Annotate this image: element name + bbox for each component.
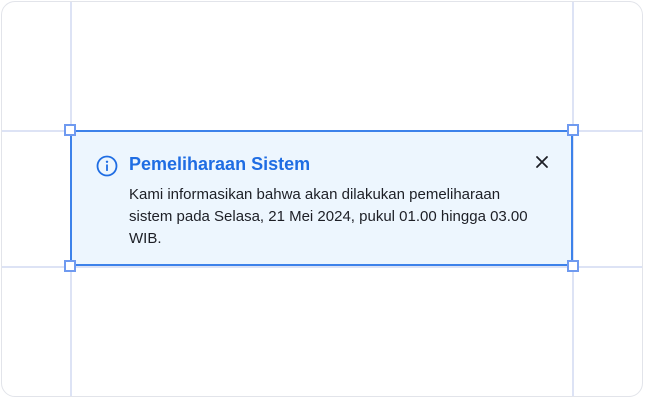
alert-title: Pemeliharaan Sistem (129, 154, 311, 174)
info-icon (96, 155, 118, 177)
close-icon (536, 156, 548, 168)
alert-banner[interactable]: Pemeliharaan Sistem Kami informasikan ba… (70, 130, 573, 266)
close-button[interactable] (533, 153, 551, 171)
resize-handle-top-left[interactable] (64, 124, 76, 136)
alert-message: Kami informasikan bahwa akan dilakukan p… (129, 186, 528, 247)
guide-line-horizontal-bottom (2, 266, 642, 268)
resize-handle-bottom-right[interactable] (567, 260, 579, 272)
resize-handle-bottom-left[interactable] (64, 260, 76, 272)
resize-handle-top-right[interactable] (567, 124, 579, 136)
